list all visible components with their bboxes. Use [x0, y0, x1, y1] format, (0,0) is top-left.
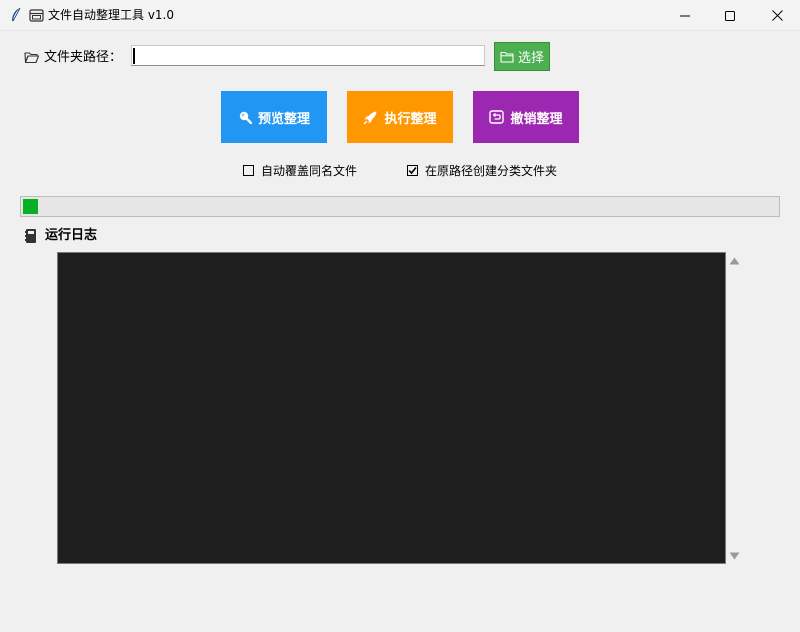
folder-icon	[500, 51, 514, 63]
select-folder-label: 选择	[517, 51, 544, 66]
progress-bar	[20, 196, 780, 217]
preview-organize-label: 预览整理	[257, 111, 310, 127]
overwrite-checkbox-label: 自动覆盖同名文件	[261, 164, 358, 178]
scroll-down-arrow-icon[interactable]	[729, 552, 740, 560]
undo-organize-label: 撤销整理	[510, 111, 563, 127]
folder-window-icon	[29, 9, 44, 22]
rocket-icon	[364, 111, 377, 124]
create-folder-checkbox-label: 在原路径创建分类文件夹	[425, 164, 558, 178]
preview-organize-button[interactable]: 预览整理	[221, 91, 327, 143]
undo-icon	[489, 110, 505, 124]
maximize-button[interactable]	[707, 0, 753, 31]
window-title: 文件自动整理工具 v1.0	[48, 8, 175, 22]
log-title: 运行日志	[45, 228, 98, 243]
log-scrollbar[interactable]	[726, 252, 743, 564]
scroll-up-arrow-icon[interactable]	[729, 257, 740, 265]
folder-path-input[interactable]	[131, 45, 485, 66]
close-button[interactable]	[754, 0, 800, 31]
overwrite-checkbox[interactable]	[243, 165, 254, 176]
folder-path-label: 文件夹路径：	[44, 50, 123, 65]
feather-icon	[12, 7, 21, 22]
execute-organize-label: 执行整理	[384, 111, 437, 127]
progress-fill	[23, 199, 38, 214]
title-bar: 文件自动整理工具 v1.0	[0, 0, 800, 31]
minimize-icon	[680, 15, 690, 16]
minimize-button[interactable]	[662, 0, 708, 31]
execute-organize-button[interactable]: 执行整理	[347, 91, 453, 143]
magnifier-icon	[239, 111, 252, 124]
open-folder-icon	[24, 52, 39, 64]
maximize-icon	[725, 10, 735, 21]
create-folder-checkbox[interactable]	[407, 165, 418, 176]
log-book-icon	[25, 229, 36, 243]
checkmark-icon	[408, 166, 417, 175]
undo-organize-button[interactable]: 撤销整理	[473, 91, 579, 143]
text-caret	[133, 48, 135, 64]
close-icon	[771, 10, 783, 21]
log-output-area[interactable]	[57, 252, 726, 564]
select-folder-button[interactable]: 选择	[494, 42, 550, 71]
